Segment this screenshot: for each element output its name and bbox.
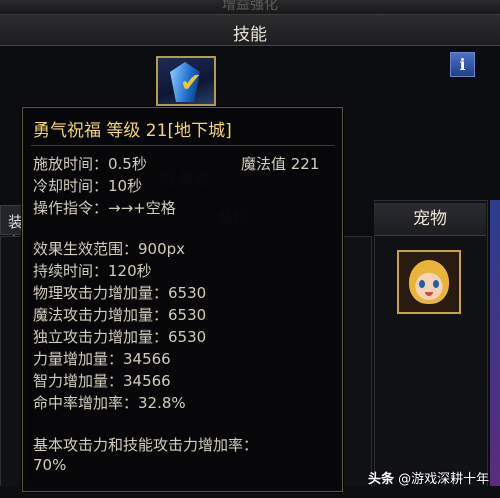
command: 操作指令：→→+空格 xyxy=(33,199,176,217)
mana-cost: 魔法值 221 xyxy=(241,155,320,173)
skill-header: 技能 xyxy=(0,15,500,46)
watermark: 头条 @游戏深耕十年 xyxy=(368,468,489,487)
hit-rate-increase: 命中率增加率：32.8% xyxy=(33,394,186,412)
center-panel xyxy=(340,236,372,488)
right-edge-art xyxy=(490,200,500,490)
pet-panel xyxy=(374,200,488,488)
equip-tab[interactable]: 装备 xyxy=(0,205,24,252)
base-atk-rate-label: 基本攻击力和技能攻击力增加率： xyxy=(33,436,259,454)
watermark-account: @游戏深耕十年 xyxy=(398,472,490,487)
phys-atk-increase: 物理攻击力增加量：6530 xyxy=(33,284,207,302)
skill-header-title: 技能 xyxy=(233,25,267,45)
duration: 持续时间：120秒 xyxy=(33,262,152,280)
info-button[interactable]: i xyxy=(450,52,475,77)
cast-time: 施放时间：0.5秒 xyxy=(33,155,147,173)
watermark-logo: 头条 xyxy=(368,472,395,487)
str-increase: 力量增加量：34566 xyxy=(33,350,171,368)
mag-atk-increase: 魔法攻击力增加量：6530 xyxy=(33,306,207,324)
ind-atk-increase: 独立攻击力增加量：6530 xyxy=(33,328,207,346)
cooldown: 冷却时间：10秒 xyxy=(33,177,143,195)
pet-eye-left xyxy=(419,280,425,288)
tooltip-divider xyxy=(31,145,334,146)
base-atk-rate-value: 70% xyxy=(33,456,67,474)
tooltip-title: 勇气祝福 等级 21[地下城] xyxy=(33,121,232,141)
pet-mouth xyxy=(425,292,433,296)
effect-range: 效果生效范围：900px xyxy=(33,240,186,258)
crystal-check-icon[interactable]: ✔ xyxy=(156,56,216,106)
pet-panel-title: 宠物 xyxy=(374,203,486,236)
pet-eye-right xyxy=(433,280,439,288)
window-title: 增益强化 xyxy=(222,0,278,13)
int-increase: 智力增加量：34566 xyxy=(33,372,171,390)
skill-tooltip: 勇气祝福 等级 21[地下城] 施放时间：0.5秒 魔法值 221 冷却时间：1… xyxy=(22,107,343,492)
check-mark-icon: ✔ xyxy=(180,68,202,98)
pet-avatar-icon xyxy=(409,260,449,304)
pet-slot[interactable] xyxy=(397,250,461,314)
window-title-bar: 增益强化 xyxy=(0,0,500,15)
